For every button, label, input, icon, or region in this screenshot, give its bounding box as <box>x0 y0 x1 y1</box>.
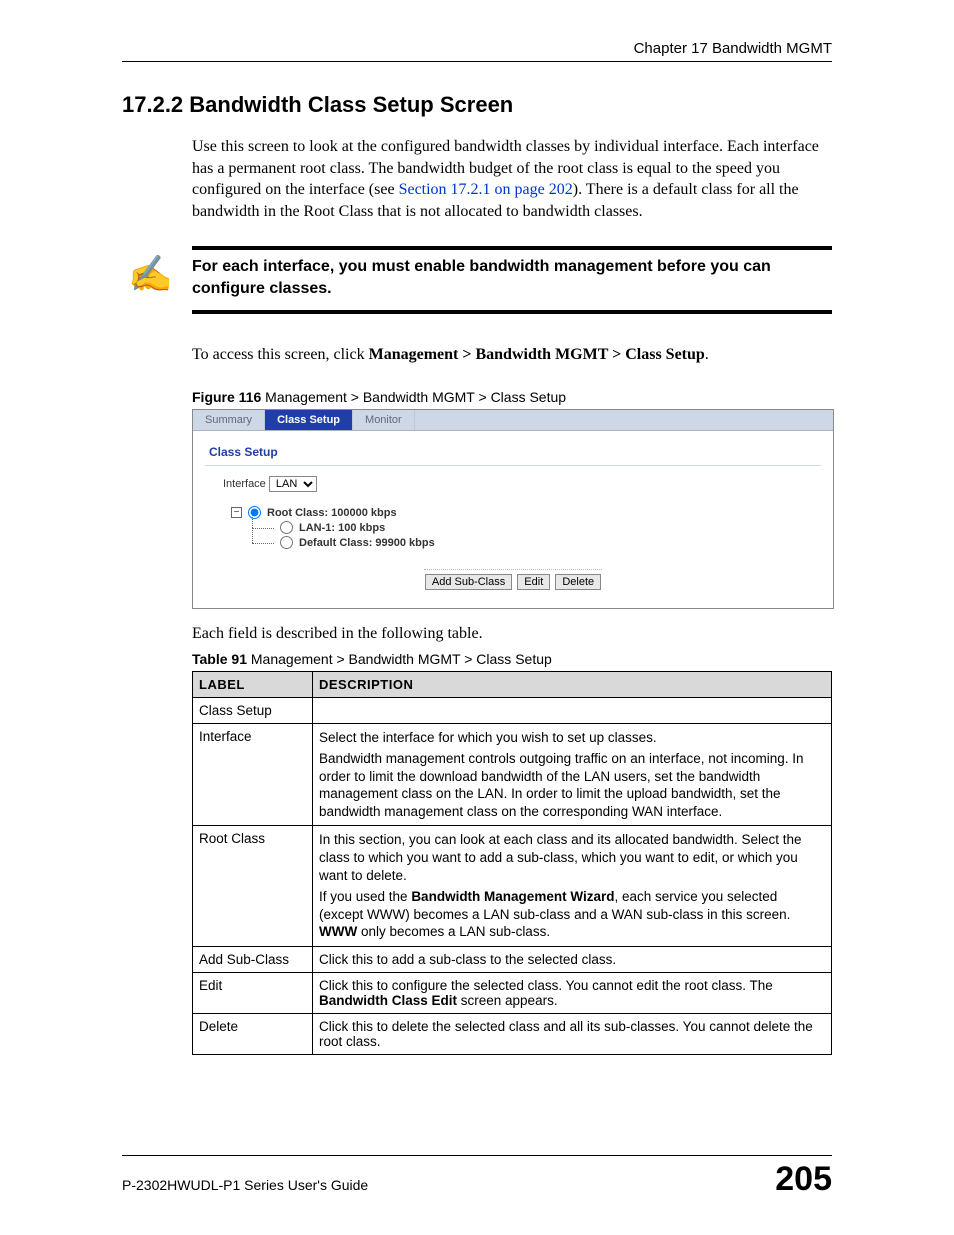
edit-button[interactable]: Edit <box>517 574 550 590</box>
tree-child-2: Default Class: 99900 kbps <box>252 536 821 549</box>
delete-button[interactable]: Delete <box>555 574 601 590</box>
cell-label: Edit <box>193 972 313 1013</box>
intro-paragraph: Use this screen to look at the configure… <box>192 136 832 222</box>
cell-desc: In this section, you can look at each cl… <box>313 826 832 946</box>
root-class-radio[interactable] <box>248 506 261 519</box>
access-paragraph: To access this screen, click Management … <box>192 344 832 366</box>
table-row: Edit Click this to configure the selecte… <box>193 972 832 1013</box>
note-rule-bottom <box>192 310 832 314</box>
cell-desc-p2: If you used the Bandwidth Management Wiz… <box>319 888 825 941</box>
cell-desc: Click this to configure the selected cla… <box>313 972 832 1013</box>
cell-label: Add Sub-Class <box>193 946 313 972</box>
figure-caption-text: Management > Bandwidth MGMT > Class Setu… <box>261 389 566 405</box>
cell-bold: Bandwidth Class Edit <box>319 993 457 1008</box>
table-header-label: LABEL <box>193 671 313 697</box>
interface-select[interactable]: LAN <box>269 476 317 492</box>
note-text: For each interface, you must enable band… <box>192 256 832 299</box>
cell-desc: Click this to delete the selected class … <box>313 1013 832 1054</box>
tab-summary[interactable]: Summary <box>193 410 265 430</box>
table-caption-number: Table 91 <box>192 651 247 667</box>
interface-row: Interface LAN <box>223 476 821 492</box>
note-block: ✍ For each interface, you must enable ba… <box>122 246 832 313</box>
footer-rule <box>122 1155 832 1156</box>
table-caption: Table 91 Management > Bandwidth MGMT > C… <box>192 651 832 667</box>
figure-caption-number: Figure 116 <box>192 389 261 405</box>
figure-panel-title: Class Setup <box>205 439 821 466</box>
access-text-a: To access this screen, click <box>192 346 369 363</box>
add-sub-class-button[interactable]: Add Sub-Class <box>425 574 512 590</box>
chapter-header: Chapter 17 Bandwidth MGMT <box>122 40 832 57</box>
table-row: Delete Click this to delete the selected… <box>193 1013 832 1054</box>
cell-label: Delete <box>193 1013 313 1054</box>
tree-toggle-icon[interactable]: − <box>231 507 242 518</box>
page-number: 205 <box>775 1160 832 1199</box>
cell-label: Interface <box>193 723 313 826</box>
cell-label: Class Setup <box>193 697 313 723</box>
lan1-label: LAN-1: 100 kbps <box>299 522 385 534</box>
field-description-table: LABEL DESCRIPTION Class Setup Interface … <box>192 671 832 1055</box>
section-heading: 17.2.2 Bandwidth Class Setup Screen <box>122 92 832 118</box>
table-caption-text: Management > Bandwidth MGMT > Class Setu… <box>247 651 552 667</box>
cell-desc-p1: In this section, you can look at each cl… <box>319 831 825 884</box>
cell-bold: Bandwidth Management Wizard <box>411 889 614 904</box>
tree-root-row: − Root Class: 100000 kbps <box>231 506 821 519</box>
cell-text: only becomes a LAN sub-class. <box>357 924 550 939</box>
table-row: Add Sub-Class Click this to add a sub-cl… <box>193 946 832 972</box>
cell-desc-p1: Select the interface for which you wish … <box>319 729 825 747</box>
cell-text: Click this to configure the selected cla… <box>319 978 773 993</box>
table-row: Interface Select the interface for which… <box>193 723 832 826</box>
root-class-label: Root Class: 100000 kbps <box>267 507 397 519</box>
cell-desc: Click this to add a sub-class to the sel… <box>313 946 832 972</box>
note-icon: ✍ <box>122 256 192 292</box>
default-class-radio[interactable] <box>280 536 293 549</box>
access-text-c: . <box>705 346 709 363</box>
table-row: Class Setup <box>193 697 832 723</box>
page-footer: P-2302HWUDL-P1 Series User's Guide 205 <box>122 1155 832 1199</box>
table-row: Root Class In this section, you can look… <box>193 826 832 946</box>
cell-text: screen appears. <box>457 993 558 1008</box>
tab-monitor[interactable]: Monitor <box>353 410 415 430</box>
default-class-label: Default Class: 99900 kbps <box>299 537 435 549</box>
note-rule-top <box>192 246 832 250</box>
lan1-radio[interactable] <box>280 521 293 534</box>
tree-child-1: LAN-1: 100 kbps <box>252 521 821 534</box>
interface-label: Interface <box>223 478 266 490</box>
cell-text: If you used the <box>319 889 411 904</box>
cell-label: Root Class <box>193 826 313 946</box>
class-tree: − Root Class: 100000 kbps LAN-1: 100 kbp… <box>231 506 821 549</box>
figure-screenshot: Summary Class Setup Monitor Class Setup … <box>192 409 834 609</box>
figure-caption: Figure 116 Management > Bandwidth MGMT >… <box>192 389 832 405</box>
cell-bold: WWW <box>319 924 357 939</box>
table-intro: Each field is described in the following… <box>192 623 832 645</box>
cell-desc <box>313 697 832 723</box>
header-rule <box>122 61 832 62</box>
table-header-description: DESCRIPTION <box>313 671 832 697</box>
cell-desc-p2: Bandwidth management controls outgoing t… <box>319 750 825 820</box>
tab-class-setup[interactable]: Class Setup <box>265 410 353 430</box>
footer-guide-title: P-2302HWUDL-P1 Series User's Guide <box>122 1177 368 1193</box>
figure-tabs: Summary Class Setup Monitor <box>193 410 833 431</box>
cross-ref-link[interactable]: Section 17.2.1 on page 202 <box>399 181 573 198</box>
access-path: Management > Bandwidth MGMT > Class Setu… <box>369 346 705 363</box>
cell-desc: Select the interface for which you wish … <box>313 723 832 826</box>
